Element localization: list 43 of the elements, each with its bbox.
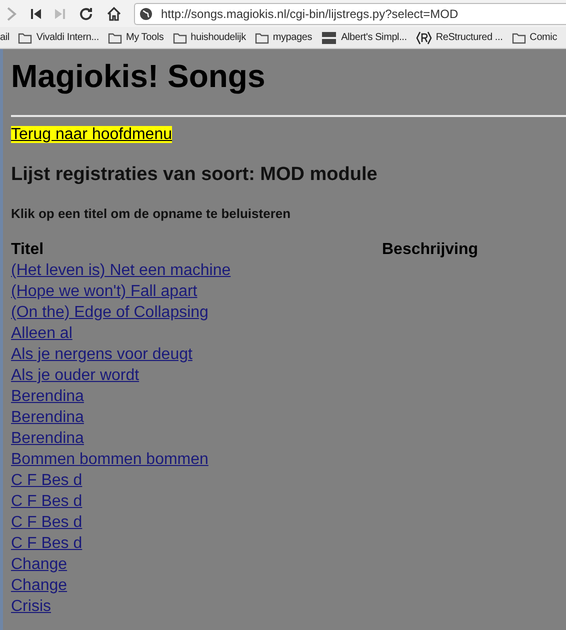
song-link[interactable]: Berendina [11,409,84,426]
song-link[interactable]: C F Bes d [11,514,82,531]
song-link[interactable]: Change [11,556,68,573]
bookmark-item[interactable]: huishoudelijk [190,30,246,45]
bookmark-item[interactable]: Vivaldi Intern... [36,30,99,45]
home-icon[interactable] [106,6,122,22]
bookmark-item[interactable]: My Tools [126,30,164,45]
page-title: Magiokis! Songs [11,57,266,95]
song-link[interactable]: Bommen bommen bommen [11,451,208,468]
reload-icon[interactable] [78,6,94,22]
folder-icon [254,32,269,44]
song-link[interactable]: Als je nergens voor deugt [11,346,192,363]
logo-icon [321,30,338,44]
bookmark-item[interactable]: ReStructured ... [436,30,503,45]
folder-icon [108,32,122,44]
song-link[interactable]: C F Bes d [11,493,82,510]
song-link[interactable]: Berendina [11,430,84,447]
song-link[interactable]: (On the) Edge of Collapsing [11,304,208,321]
song-link[interactable]: Alleen al [11,325,72,342]
column-header: Beschrijving [382,240,478,260]
bookmark-item[interactable]: ail [0,30,10,45]
section-heading: Lijst registraties van soort: MOD module [11,163,378,187]
folder-icon [512,32,526,44]
bookmark-item[interactable]: mypages [272,30,312,45]
url-text: http://songs.magiokis.nl/cgi-bin/lijstregs.py?select=MOD [161,6,458,22]
folder-icon [172,32,187,44]
song-link[interactable]: C F Bes d [11,472,82,489]
folder-icon [18,32,32,44]
back-link[interactable]: Terug naar hoofdmenu [11,126,172,143]
song-link[interactable]: Crisis [11,598,51,615]
address-bar[interactable]: http://songs.magiokis.nl/cgi-bin/lijstregs.py?select=MOD [134,2,566,24]
skip-back-icon[interactable] [30,8,42,20]
song-link[interactable]: Als je ouder wordt [11,367,140,384]
bookmark-item[interactable]: Comic [530,30,558,45]
song-link[interactable]: (Hope we won't) Fall apart [11,283,198,300]
song-link[interactable]: C F Bes d [11,535,82,552]
instruction-text: Klik op een titel om de opname te beluisteren [11,204,292,223]
song-link[interactable]: Change [11,577,68,594]
bookmark-item[interactable]: Albert's Simpl... [341,30,407,45]
song-link[interactable]: Berendina [11,388,84,405]
column-header: Titel [11,240,45,260]
song-link[interactable]: (Het leven is) Net een machine [11,262,231,279]
logo-icon [416,30,432,46]
